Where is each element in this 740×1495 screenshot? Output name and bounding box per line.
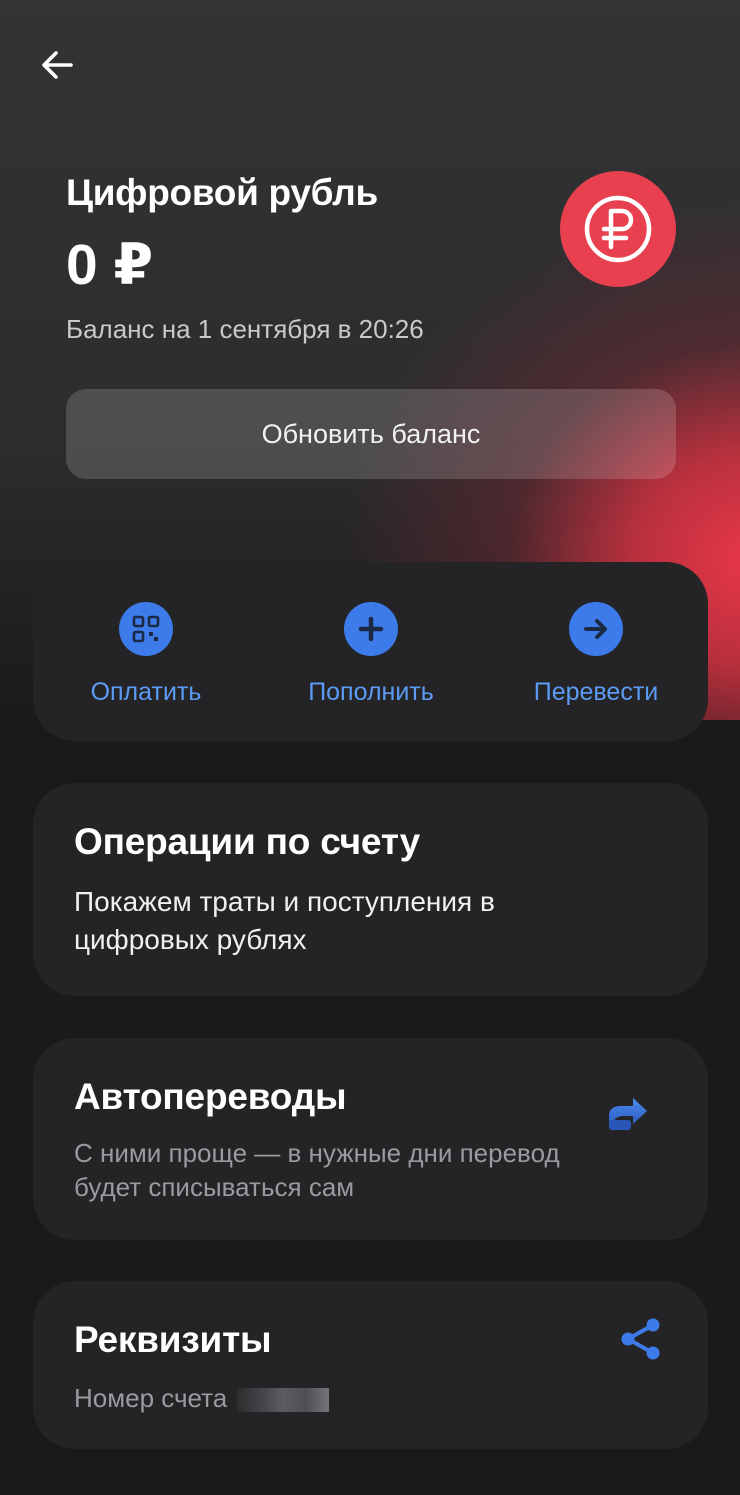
refresh-balance-button[interactable]: Обновить баланс <box>66 389 676 479</box>
account-balance: 0 ₽ <box>66 233 154 297</box>
share-arrow-icon <box>601 1090 653 1138</box>
ruble-icon <box>584 195 652 263</box>
top-up-action[interactable]: Пополнить <box>301 602 441 707</box>
transfer-action[interactable]: Перевести <box>527 602 665 707</box>
balance-date: Баланс на 1 сентября в 20:26 <box>66 314 424 344</box>
autotransfers-text: С ними проще — в нужные дни перевод буде… <box>74 1138 560 1202</box>
account-number-label: Номер счета <box>74 1383 228 1413</box>
back-button[interactable] <box>34 42 80 88</box>
plus-icon <box>358 616 384 642</box>
arrow-left-icon <box>42 51 73 79</box>
operations-card[interactable]: Операции по счету Покажем траты и поступ… <box>33 783 708 996</box>
digital-ruble-screen: Цифровой рубль 0 ₽ Баланс на 1 сентября … <box>0 0 740 1495</box>
pay-action[interactable]: Оплатить <box>85 602 207 707</box>
actions-card: Оплатить Пополнить Перевести <box>33 562 708 741</box>
top-up-label: Пополнить <box>308 678 434 706</box>
operations-text: Покажем траты и поступления в цифровых р… <box>74 886 495 955</box>
qr-code-icon <box>132 615 160 643</box>
operations-title: Операции по счету <box>74 821 421 862</box>
share-icon[interactable] <box>613 1311 669 1367</box>
requisites-card: Реквизиты Номер счета <box>33 1281 708 1449</box>
account-title: Цифровой рубль <box>66 172 378 213</box>
pay-label: Оплатить <box>90 678 202 706</box>
autotransfers-card[interactable]: Автопереводы С ними проще — в нужные дни… <box>33 1038 708 1240</box>
requisites-title: Реквизиты <box>74 1319 272 1360</box>
autotransfers-title: Автопереводы <box>74 1076 347 1117</box>
digital-ruble-logo <box>560 171 676 287</box>
account-number-masked <box>237 1388 330 1413</box>
account-number-row: Номер счета <box>74 1381 494 1415</box>
transfer-label: Перевести <box>533 678 659 706</box>
arrow-right-icon <box>584 619 607 639</box>
